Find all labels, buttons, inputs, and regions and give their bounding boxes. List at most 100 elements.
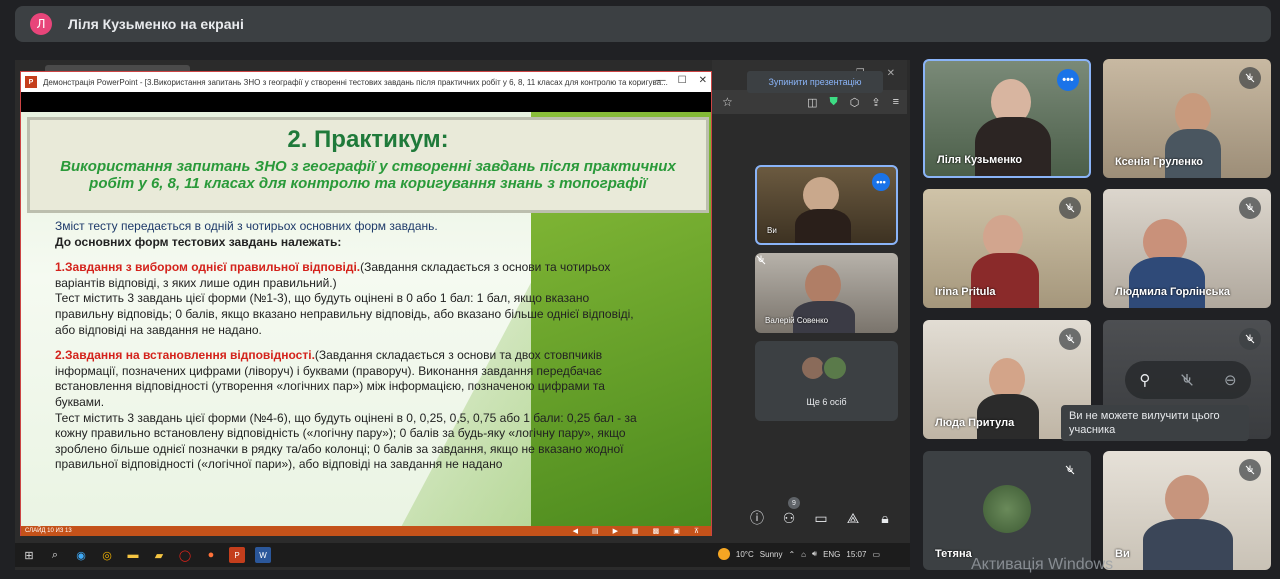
language-indicator[interactable]: ENG — [823, 550, 840, 559]
shield-icon[interactable]: ⛊ — [830, 96, 838, 109]
weather-text: Sunny — [759, 549, 783, 559]
participant-tile-lilya[interactable]: ••• Ліля Кузьменко — [923, 59, 1091, 178]
ppt-status-bar: СЛАЙД 10 ИЗ 13 ◀ ▤ ▶ ▦ ▩ ▣ ⊼ — [21, 526, 711, 536]
slide-counter: СЛАЙД 10 ИЗ 13 — [25, 528, 72, 534]
self-name: Ви — [767, 226, 777, 235]
pocket-icon[interactable]: ◫ — [807, 96, 817, 109]
participant-name: Ви — [1115, 548, 1130, 560]
presenter-avatar: Л — [30, 13, 52, 35]
mic-off-icon — [1059, 328, 1081, 350]
mic-off-icon — [1239, 328, 1261, 350]
weather-temp: 10°C — [735, 549, 754, 559]
sorter-view-icon[interactable]: ▩ — [653, 527, 660, 535]
slide: 2. Практикум: Використання запитань ЗНО … — [21, 112, 711, 526]
windows-taskbar: ⊞ ⌕ ◉ ◎ ▬ ▰ ◯ ● P W 10°C Sunny ⌃ ⌂ 🔊︎ EN… — [15, 543, 910, 567]
mic-off-icon — [1059, 459, 1081, 481]
close-icon[interactable]: ✕ — [887, 68, 895, 90]
powerpoint-icon: P — [25, 76, 37, 88]
next-icon[interactable]: ▶ — [613, 527, 618, 535]
participant-tile-kseniya[interactable]: Ксенія Груленко — [1103, 59, 1271, 178]
slideshow-icon[interactable]: ⊼ — [694, 527, 699, 535]
slide-letterbox — [21, 92, 711, 112]
windows-start-icon[interactable]: ⊞ — [21, 547, 37, 563]
search-icon[interactable]: ⌕ — [47, 547, 63, 563]
slide-body: Зміст тесту передається в одній з чотирь… — [55, 219, 645, 473]
meeting-side-controls: ⓘ ⚇ 9 ▭ ⟁ 🔒︎ — [748, 497, 894, 527]
info-icon[interactable]: ⓘ — [748, 509, 766, 527]
slide-paragraph-1-more: Тест містить 3 завдань цієї форми (№1-3)… — [55, 291, 634, 337]
remove-participant-icon[interactable]: ⊖ — [1224, 371, 1237, 389]
explorer-icon[interactable]: ▬ — [125, 547, 141, 563]
mic-off-icon — [1059, 197, 1081, 219]
folder-icon[interactable]: ▰ — [151, 547, 167, 563]
ppt-maximize-button[interactable]: ☐ — [678, 75, 687, 86]
browser-toolbar: ☆ ◫ ⛊ ⬡ ⇪ ≡ — [712, 90, 907, 114]
volume-icon[interactable]: 🔊︎ — [812, 549, 817, 559]
participant-tile-tetyana[interactable]: Тетяна — [923, 451, 1091, 570]
participant-name: Валерій Совенко — [765, 316, 829, 325]
participant-tile-you[interactable]: Ви — [1103, 451, 1271, 570]
participant-tile-lyudmyla[interactable]: Людмила Горлінська — [1103, 189, 1271, 308]
slide-header: 2. Практикум: Використання запитань ЗНО … — [27, 117, 709, 213]
edge-icon[interactable]: ◉ — [73, 547, 89, 563]
windows-activation-watermark: Активація Windows — [971, 556, 1114, 573]
notes-icon[interactable]: ▤ — [592, 527, 599, 535]
reading-view-icon[interactable]: ▣ — [673, 527, 680, 535]
slide-bold-line: До основних форм тестових завдань належа… — [55, 234, 342, 249]
tile-hover-controls: ⚲ ⊖ — [1125, 361, 1251, 399]
chrome-icon[interactable]: ◎ — [99, 547, 115, 563]
powerpoint-window: P Демонстрація PowerPoint - [3.Використа… — [20, 71, 712, 536]
mute-participant-icon[interactable] — [1179, 372, 1195, 388]
share-icon[interactable]: ⇪ — [871, 96, 880, 109]
participant-tile-valeriy[interactable]: Валерій Совенко — [755, 253, 898, 333]
activities-icon[interactable]: ⟁ — [844, 509, 862, 527]
participant-name: Ліля Кузьменко — [937, 154, 1023, 166]
network-icon[interactable]: ⌂ — [801, 550, 806, 559]
slide-title: 2. Практикум: — [287, 126, 449, 153]
tooltip: Ви не можете вилучити цього учасника — [1061, 405, 1249, 441]
opera-icon[interactable]: ◯ — [177, 547, 193, 563]
participant-name: Irina Pritula — [935, 286, 996, 298]
people-icon[interactable]: ⚇ 9 — [780, 497, 800, 527]
clock[interactable]: 15:07 — [846, 550, 866, 559]
stop-presenting-button[interactable]: Зупинити презентацію — [747, 71, 883, 93]
self-tile[interactable]: ••• Ви — [755, 165, 898, 245]
chat-icon[interactable]: ▭ — [812, 509, 830, 527]
notifications-icon[interactable]: ▭ — [872, 550, 880, 559]
slide-paragraph-2: 2.Завдання на встановлення відповідності… — [55, 348, 605, 409]
powerpoint-taskbar-icon[interactable]: P — [229, 547, 245, 563]
slide-intro: Зміст тесту передається в одній з чотирь… — [55, 219, 438, 233]
participant-tile-irina[interactable]: Irina Pritula — [923, 189, 1091, 308]
mic-off-icon — [1239, 459, 1261, 481]
participant-name: Люда Притула — [935, 417, 1015, 429]
more-people-tile[interactable]: Ще 6 осіб — [755, 341, 898, 421]
slide-subtitle: Використання запитань ЗНО з географії у … — [60, 158, 676, 192]
slide-paragraph-1: 1.Завдання з вибором однієї правильної в… — [55, 260, 611, 290]
normal-view-icon[interactable]: ▦ — [632, 527, 639, 535]
participant-name: Ксенія Груленко — [1115, 156, 1204, 168]
ppt-close-button[interactable]: ✕ — [699, 75, 707, 86]
weather-icon[interactable] — [717, 548, 730, 560]
extensions-icon[interactable]: ⬡ — [850, 96, 860, 109]
participant-name: Тетяна — [935, 548, 972, 560]
ppt-titlebar: P Демонстрація PowerPoint - [3.Використа… — [21, 72, 711, 92]
menu-icon[interactable]: ≡ — [893, 96, 899, 109]
pin-icon[interactable]: ⚲ — [1139, 371, 1150, 389]
word-icon[interactable]: W — [255, 547, 271, 563]
prev-icon[interactable]: ◀ — [573, 527, 578, 535]
host-controls-icon[interactable]: 🔒︎ — [876, 509, 894, 527]
more-options-icon[interactable]: ••• — [872, 173, 890, 191]
avatar — [822, 355, 848, 381]
mic-off-icon — [1239, 67, 1261, 89]
ppt-minimize-button[interactable]: — — [656, 75, 666, 86]
presenting-banner: Л Ліля Кузьменко на екрані — [15, 6, 1271, 42]
mic-off-icon — [1239, 197, 1261, 219]
tray-chevron-icon[interactable]: ⌃ — [788, 550, 795, 559]
mic-off-icon — [755, 253, 773, 271]
firefox-icon[interactable]: ● — [203, 547, 219, 563]
presenting-title: Ліля Кузьменко на екрані — [68, 16, 244, 32]
more-options-icon[interactable]: ••• — [1057, 69, 1079, 91]
slide-paragraph-2-more: Тест містить 3 завдань цієї форми (№4-6)… — [55, 410, 637, 472]
participant-name: Людмила Горлінська — [1115, 286, 1231, 298]
star-icon[interactable]: ☆ — [722, 95, 733, 109]
